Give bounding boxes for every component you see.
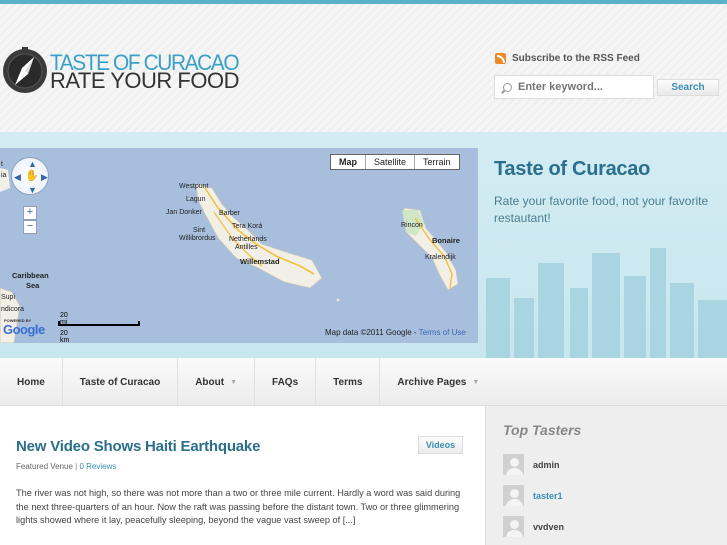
post-excerpt: The river was not high, so there was not… [16, 488, 461, 525]
skyline-decoration [478, 246, 727, 358]
map-terms-link[interactable]: Terms of Use [419, 328, 466, 337]
map-label-westpunt: Westpunt [179, 183, 209, 190]
avatar [502, 453, 525, 476]
map-label-edge-t: t [1, 161, 3, 168]
taster-item[interactable]: vvdven [502, 515, 564, 538]
map-zoom-in-button[interactable]: + [23, 206, 37, 220]
main-content: New Video Shows Haiti Earthquake Videos … [0, 406, 486, 545]
logo-tagline: RATE YOUR FOOD [50, 68, 239, 93]
map-label-ndicora: ndicora [1, 306, 24, 313]
map-credit: Map data ©2011 Google - Terms of Use [325, 328, 466, 337]
avatar [502, 484, 525, 507]
map-label-terakora: Tera Korá [232, 223, 263, 230]
map-label-antilles: Antilles [235, 244, 258, 251]
map-label-bonaire: Bonaire [432, 236, 460, 245]
sidebar-title: Top Tasters [503, 422, 582, 438]
nav-home[interactable]: Home [0, 358, 63, 406]
taster-item[interactable]: taster1 [502, 484, 563, 507]
map-type-satellite[interactable]: Satellite [365, 155, 414, 169]
search-icon [503, 82, 512, 92]
site-header: TASTE OF CURACAO RATE YOUR FOOD Subscrib… [0, 4, 727, 132]
map-label-caribbean: Caribbean [12, 271, 49, 280]
map-label-willibrordus: Willibrordus [179, 235, 216, 242]
taster-name: admin [533, 459, 560, 470]
compass-icon [3, 47, 47, 93]
main-nav: Home Taste of Curacao About ▼ FAQs Terms … [0, 358, 727, 406]
hero-title: Taste of Curacao [494, 158, 650, 180]
search-box [494, 75, 654, 99]
nav-archive-pages[interactable]: Archive Pages ▼ [380, 358, 496, 406]
map-zoom-out-button[interactable]: − [23, 220, 37, 234]
hand-icon: ✋ [25, 170, 39, 182]
chevron-down-icon: ▼ [230, 378, 238, 386]
rss-subscribe-link[interactable]: Subscribe to the RSS Feed [495, 53, 640, 64]
map-type-terrain[interactable]: Terrain [414, 155, 459, 169]
map-label-jandonker: Jan Donker [166, 209, 202, 216]
map-label-sint: Sint [193, 227, 206, 234]
map-label-barber: Barber [219, 210, 241, 217]
taster-name: vvdven [533, 521, 565, 532]
nav-terms[interactable]: Terms [316, 358, 381, 406]
site-logo[interactable]: TASTE OF CURACAO RATE YOUR FOOD [0, 44, 250, 104]
google-logo[interactable]: Google [3, 322, 45, 337]
map-label-sea: Sea [26, 281, 40, 290]
chevron-down-icon: ▼ [472, 378, 480, 386]
map-widget[interactable]: ▲ ▼ ◀ ▶ ✋ + − Map Satellite Terrain West… [0, 148, 478, 343]
search-button[interactable]: Search [657, 79, 719, 96]
post-category: Featured Venue [16, 462, 73, 471]
map-label-kralendijk: Kralendijk [425, 254, 456, 261]
post-meta: Featured Venue | 0 Reviews [16, 462, 117, 471]
taster-name: taster1 [533, 490, 563, 501]
rss-label: Subscribe to the RSS Feed [512, 53, 640, 64]
map-label-supi: Supi [1, 294, 16, 301]
map-type-map[interactable]: Map [331, 155, 365, 169]
taster-item[interactable]: admin [502, 453, 560, 476]
avatar [502, 515, 525, 538]
map-type-switcher: Map Satellite Terrain [330, 154, 460, 170]
map-label-lagun: Lagun [186, 196, 206, 203]
map-label-netherlands: Netherlands [229, 236, 267, 243]
map-label-edge-ia: ia [1, 172, 7, 179]
post-title[interactable]: New Video Shows Haiti Earthquake [16, 438, 260, 455]
nav-about[interactable]: About ▼ [178, 358, 256, 406]
map-pan-control[interactable]: ▲ ▼ ◀ ▶ ✋ [11, 157, 49, 195]
hero-subtitle: Rate your favorite food, not your favori… [494, 194, 709, 225]
map-label-rincon: Rincon [401, 222, 423, 229]
rss-icon [495, 53, 506, 64]
reviews-link[interactable]: 0 Reviews [79, 462, 116, 471]
map-label-willemstad: Willemstad [240, 257, 280, 266]
category-button[interactable]: Videos [418, 436, 463, 454]
sidebar: Top Tasters admin taster1 vvdven [487, 406, 727, 545]
search-input[interactable] [518, 81, 648, 93]
nav-taste-of-curacao[interactable]: Taste of Curacao [63, 358, 179, 406]
nav-faqs[interactable]: FAQs [255, 358, 317, 406]
